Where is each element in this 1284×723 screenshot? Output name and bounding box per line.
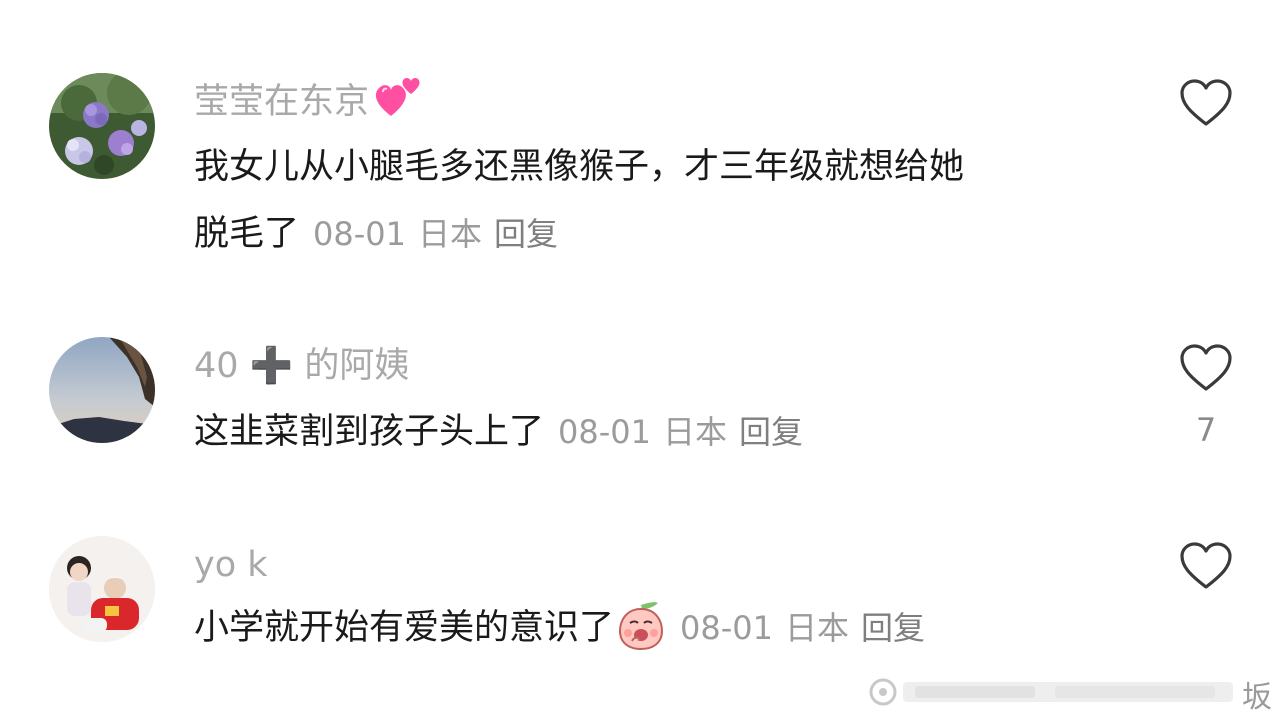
reply-button[interactable]: 回复 xyxy=(494,215,558,253)
like-count: 7 xyxy=(1195,411,1217,449)
avatar-children-image xyxy=(49,536,155,642)
comment-location: 日本 xyxy=(785,609,850,647)
comment-location: 日本 xyxy=(663,413,728,451)
reply-button[interactable]: 回复 xyxy=(739,413,803,451)
heart-icon xyxy=(1180,344,1232,391)
like-button[interactable] xyxy=(1179,343,1233,393)
avatar-sunset-image xyxy=(49,337,155,443)
avatar[interactable] xyxy=(49,337,155,443)
comment-date: 08-01 xyxy=(558,413,651,451)
heart-icon xyxy=(1180,79,1232,126)
avatar[interactable] xyxy=(49,73,155,179)
avatar-flowers-image xyxy=(49,73,155,179)
comment-username[interactable]: 莹莹在东京 xyxy=(194,77,423,122)
comment-text: 小学就开始有爱美的意识了 xyxy=(194,608,615,648)
heart-icon xyxy=(1180,542,1232,589)
watermark-text: 坂 xyxy=(1242,680,1272,715)
watermark: 坂 xyxy=(855,668,1284,716)
comment-text-line: 我女儿从小腿毛多还黑像猴子，才三年级就想给她 xyxy=(194,145,964,189)
comment-text-line: 脱毛了 08-01 日本 回复 xyxy=(194,212,558,256)
comment-date: 08-01 xyxy=(680,609,773,647)
two-hearts-icon xyxy=(375,77,420,116)
comment-location: 日本 xyxy=(418,215,483,253)
comment-text: 这韭菜割到孩子头上了 xyxy=(194,412,545,452)
comment-text-line: 这韭菜割到孩子头上了 08-01 日本 回复 xyxy=(194,410,803,454)
username-text: 40 ➕ 的阿姨 xyxy=(194,346,410,386)
watermark-logo-icon xyxy=(869,678,1233,706)
comment-date: 08-01 xyxy=(313,215,406,253)
comment-text: 脱毛了 xyxy=(194,214,300,254)
username-text: 莹莹在东京 xyxy=(194,82,370,122)
avatar[interactable] xyxy=(49,536,155,642)
peach-shy-icon xyxy=(619,602,664,651)
comment-username[interactable]: yo k xyxy=(194,545,268,585)
comment-text: 我女儿从小腿毛多还黑像猴子，才三年级就想给她 xyxy=(194,147,965,187)
comment-text-line: 小学就开始有爱美的意识了 08-01 日本 回复 xyxy=(194,602,925,651)
comment-username[interactable]: 40 ➕ 的阿姨 xyxy=(194,346,409,386)
reply-button[interactable]: 回复 xyxy=(861,609,925,647)
like-button[interactable] xyxy=(1179,541,1233,591)
like-button[interactable] xyxy=(1179,78,1233,128)
username-text: yo k xyxy=(194,545,268,585)
